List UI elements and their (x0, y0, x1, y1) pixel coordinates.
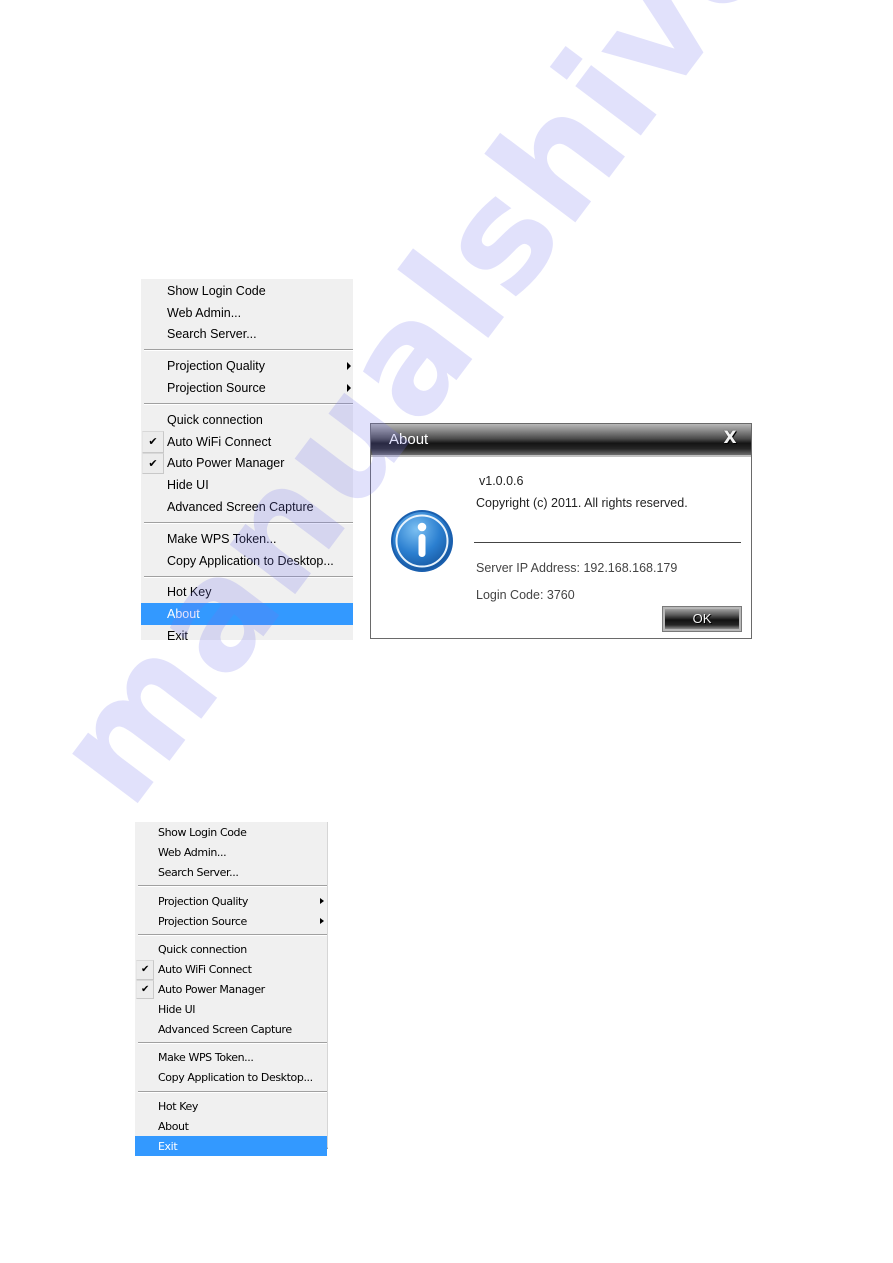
menu-separator (138, 1090, 327, 1093)
menu-item-label: Projection Source (167, 381, 266, 396)
menu-item-hot-key[interactable]: Hot Key (141, 582, 353, 604)
menu-item-label: Show Login Code (158, 826, 247, 840)
checkmark-icon: ✔ (136, 959, 154, 980)
menu-item-label: Web Admin... (167, 305, 242, 320)
menu-item-projection-source[interactable]: Projection Source (141, 377, 353, 399)
menu-item-show-login-code[interactable]: Show Login Code (135, 823, 327, 843)
menu-item-exit[interactable]: Exit (141, 625, 353, 647)
menu-item-make-wps-token[interactable]: Make WPS Token... (141, 528, 353, 550)
tray-context-menu-top: Show Login Code Web Admin... Search Serv… (141, 279, 353, 643)
menu-item-projection-quality[interactable]: Projection Quality (141, 355, 353, 377)
menu-item-auto-wifi-connect[interactable]: ✔ Auto WiFi Connect (141, 430, 353, 453)
menu-separator (144, 402, 353, 405)
menu-item-label: Hot Key (158, 1099, 198, 1113)
menu-item-label: Search Server... (158, 865, 239, 879)
menu-item-label: Quick connection (167, 412, 263, 427)
menu-item-label: Projection Quality (158, 894, 248, 908)
menu-item-make-wps-token[interactable]: Make WPS Token... (135, 1048, 327, 1068)
menu-item-label: Make WPS Token... (167, 531, 277, 546)
server-ip-text: Server IP Address: 192.168.168.179 (476, 561, 678, 575)
menu-item-label: About (158, 1119, 189, 1133)
submenu-arrow-icon (347, 362, 351, 371)
menu-item-exit[interactable]: Exit (135, 1136, 327, 1156)
menu-item-projection-quality[interactable]: Projection Quality (135, 891, 327, 911)
menu-item-show-login-code[interactable]: Show Login Code (141, 280, 353, 302)
submenu-arrow-icon (320, 897, 324, 904)
copyright-text: Copyright (c) 2011. All rights reserved. (476, 496, 688, 510)
menu-item-label: Advanced Screen Capture (158, 1022, 292, 1036)
checkmark-icon: ✔ (142, 430, 164, 453)
menu-item-label: Copy Application to Desktop... (158, 1071, 313, 1085)
checkmark-icon: ✔ (136, 979, 154, 1000)
menu-item-label: Exit (158, 1139, 178, 1153)
menu-item-label: Show Login Code (167, 283, 266, 298)
ok-button[interactable]: OK (662, 606, 742, 632)
menu-item-advanced-screen-capture[interactable]: Advanced Screen Capture (141, 496, 353, 518)
menu-item-label: Exit (167, 629, 188, 644)
info-icon (391, 510, 453, 572)
menu-item-auto-power-manager[interactable]: ✔ Auto Power Manager (135, 979, 327, 1000)
checkmark-icon: ✔ (142, 452, 164, 475)
menu-item-quick-connection[interactable]: Quick connection (135, 940, 327, 960)
menu-item-advanced-screen-capture[interactable]: Advanced Screen Capture (135, 1019, 327, 1039)
menu-item-label: Make WPS Token... (158, 1051, 254, 1065)
menu-item-label: Copy Application to Desktop... (167, 553, 334, 568)
close-icon[interactable]: X (722, 429, 738, 447)
menu-item-label: Hide UI (158, 1002, 196, 1016)
menu-item-label: Hide UI (167, 478, 209, 493)
login-code-text: Login Code: 3760 (476, 588, 575, 602)
dialog-divider (474, 542, 741, 543)
menu-item-search-server[interactable]: Search Server... (141, 324, 353, 346)
submenu-arrow-icon (347, 384, 351, 393)
menu-item-hide-ui[interactable]: Hide UI (135, 999, 327, 1019)
menu-separator (144, 575, 353, 578)
menu-item-hide-ui[interactable]: Hide UI (141, 474, 353, 496)
menu-item-label: Search Server... (167, 327, 257, 342)
submenu-arrow-icon (320, 917, 324, 924)
menu-item-web-admin[interactable]: Web Admin... (135, 843, 327, 863)
menu-item-auto-power-manager[interactable]: ✔ Auto Power Manager (141, 452, 353, 475)
menu-item-search-server[interactable]: Search Server... (135, 863, 327, 883)
version-text: v1.0.0.6 (479, 474, 524, 488)
about-dialog: About X v1.0.0.6 Copyright (c) 2011. All… (370, 423, 752, 639)
menu-item-projection-source[interactable]: Projection Source (135, 911, 327, 931)
tray-context-menu-bottom: Show Login Code Web Admin... Search Serv… (135, 822, 328, 1156)
menu-item-web-admin[interactable]: Web Admin... (141, 302, 353, 324)
menu-item-copy-app-to-desktop[interactable]: Copy Application to Desktop... (135, 1068, 327, 1088)
menu-item-label: Hot Key (167, 585, 212, 600)
menu-item-label: About (167, 607, 200, 622)
menu-separator (144, 521, 353, 524)
menu-item-auto-wifi-connect[interactable]: ✔ Auto WiFi Connect (135, 959, 327, 980)
menu-item-label: Advanced Screen Capture (167, 500, 314, 515)
menu-item-quick-connection[interactable]: Quick connection (141, 409, 353, 431)
menu-item-label: Auto Power Manager (158, 982, 265, 996)
menu-item-label: Auto Power Manager (167, 456, 285, 471)
menu-item-copy-app-to-desktop[interactable]: Copy Application to Desktop... (141, 550, 353, 572)
dialog-title: About (389, 431, 429, 448)
menu-item-label: Projection Quality (167, 359, 265, 374)
menu-separator (138, 885, 327, 888)
menu-item-label: Auto WiFi Connect (167, 434, 272, 449)
menu-separator (138, 933, 327, 936)
menu-item-about[interactable]: About (135, 1116, 327, 1136)
dialog-titlebar[interactable]: About X (371, 424, 751, 457)
menu-separator (144, 349, 353, 352)
menu-item-about[interactable]: About (141, 603, 353, 626)
menu-item-label: Web Admin... (158, 846, 227, 860)
menu-separator (138, 1041, 327, 1044)
menu-item-label: Quick connection (158, 943, 247, 957)
menu-item-label: Auto WiFi Connect (158, 963, 252, 977)
menu-item-hot-key[interactable]: Hot Key (135, 1097, 327, 1117)
menu-item-label: Projection Source (158, 914, 247, 928)
